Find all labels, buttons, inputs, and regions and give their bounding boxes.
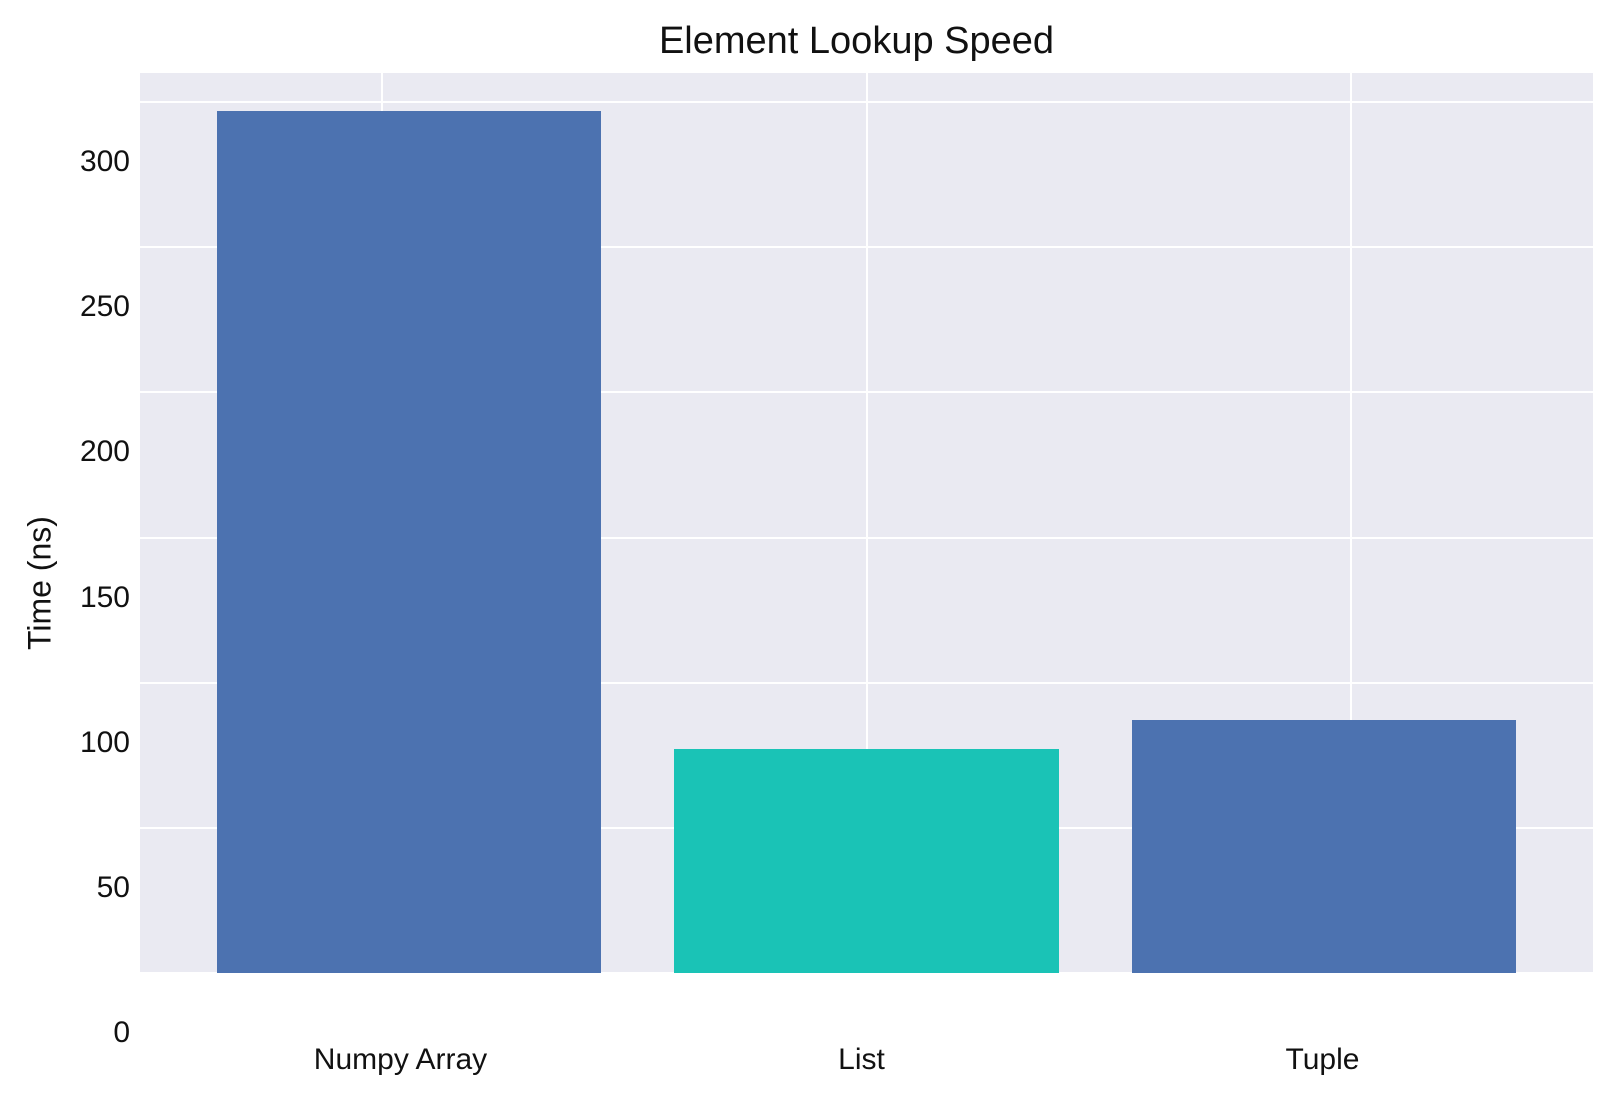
y-axis-label: Time (ns) — [20, 73, 60, 1033]
y-tick-label: 200 — [80, 435, 130, 469]
y-tick-label: 50 — [97, 871, 130, 905]
chart-title: Element Lookup Speed — [20, 20, 1593, 63]
plot-area — [140, 73, 1593, 973]
bars-group — [140, 73, 1593, 973]
bar-list — [674, 749, 1058, 973]
plot-wrapper: Time (ns) 050100150200250300 — [20, 73, 1593, 1033]
x-tick-label: Numpy Array — [207, 1043, 594, 1077]
x-tick-label: Tuple — [1129, 1043, 1516, 1077]
bar-tuple — [1132, 720, 1516, 973]
y-tick-label: 0 — [113, 1016, 130, 1050]
y-axis-ticks: 050100150200250300 — [60, 73, 140, 1033]
x-tick-label: List — [668, 1043, 1055, 1077]
y-tick-label: 250 — [80, 290, 130, 324]
chart-container: Element Lookup Speed Time (ns) 0 50 100 150… — [20, 20, 1593, 1074]
bar-numpy-array — [217, 111, 601, 973]
y-tick-label: 300 — [80, 145, 130, 179]
x-axis-labels: Numpy Array List Tuple — [130, 1033, 1593, 1077]
y-tick-label: 150 — [80, 581, 130, 615]
y-tick-label: 100 — [80, 726, 130, 760]
